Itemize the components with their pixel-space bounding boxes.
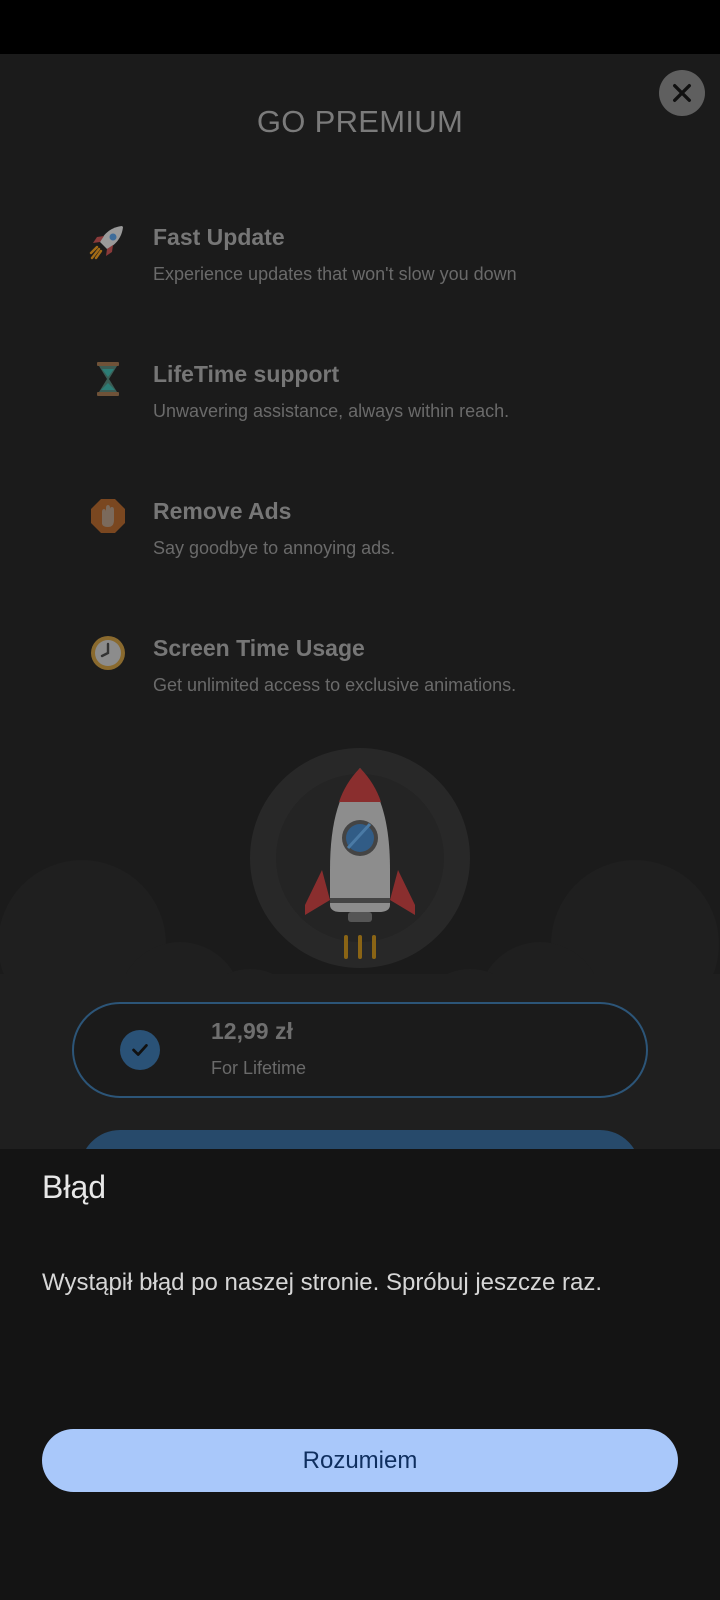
hourglass-icon: [97, 362, 119, 396]
plan-period: For Lifetime: [211, 1058, 307, 1078]
feature-screen-time-usage: Screen Time Usage Get unlimited access t…: [88, 633, 688, 713]
understand-button[interactable]: Rozumiem: [42, 1429, 678, 1492]
plan-option-lifetime[interactable]: 12,99 zł For Lifetime: [72, 1002, 648, 1098]
feature-description: Experience updates that won't slow you d…: [153, 264, 517, 284]
error-bottom-sheet: Błąd Wystąpił błąd po naszej stronie. Sp…: [0, 1149, 720, 1600]
close-icon: [673, 84, 691, 102]
clock-icon: [91, 636, 125, 670]
feature-fast-update: Fast Update Experience updates that won'…: [88, 222, 688, 302]
feature-description: Get unlimited access to exclusive animat…: [153, 675, 517, 695]
selected-check-icon: [120, 1030, 160, 1070]
feature-description: Unwavering assistance, always within rea…: [153, 401, 510, 421]
feature-lifetime-support: LifeTime support Unwavering assistance, …: [88, 359, 688, 439]
rocket-icon: [89, 226, 123, 260]
plan-price: 12,99 zł: [211, 1018, 293, 1044]
rocket-icon: [305, 768, 415, 959]
feature-remove-ads: Remove Ads Say goodbye to annoying ads.: [88, 496, 688, 576]
status-bar: [0, 0, 720, 54]
rocket-illustration: [250, 748, 470, 968]
feature-title: Remove Ads: [153, 498, 292, 524]
dialog-title: Błąd: [42, 1169, 107, 1205]
page-title: GO PREMIUM: [256, 104, 464, 139]
feature-title: Screen Time Usage: [153, 635, 365, 661]
dialog-message: Wystąpił błąd po naszej stronie. Spróbuj…: [42, 1269, 603, 1296]
stop-hand-icon: [91, 499, 125, 533]
feature-title: LifeTime support: [153, 361, 340, 387]
feature-title: Fast Update: [153, 224, 285, 250]
feature-description: Say goodbye to annoying ads.: [153, 538, 396, 558]
